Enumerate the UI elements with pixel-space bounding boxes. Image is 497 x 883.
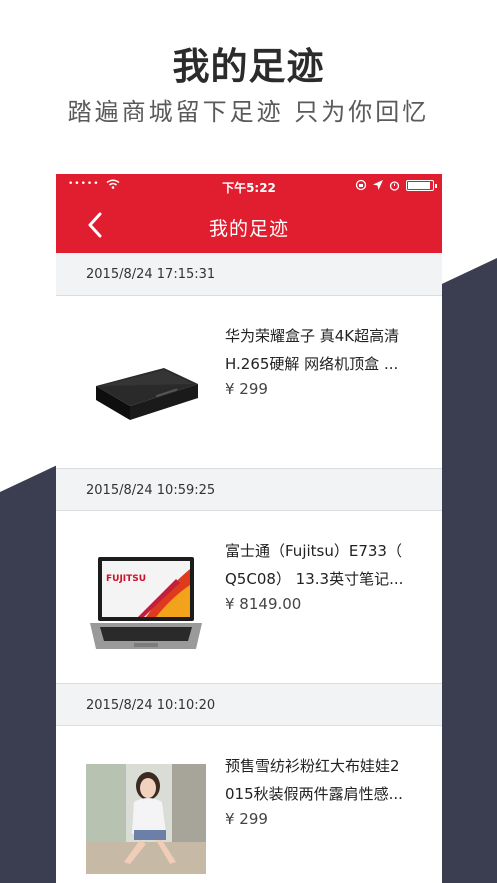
product-name[interactable]: 富士通（Fujitsu）E733（ Q5C08） 13.3英寸笔记...: [225, 537, 430, 593]
date-header: 2015/8/24 17:15:31: [56, 253, 442, 296]
laptop-screen-brand: FUJITSU: [106, 574, 146, 584]
promo-title: 我的足迹: [172, 45, 325, 88]
laptop-image: FUJITSU: [90, 557, 202, 649]
navigation-bar: 我的足迹: [56, 198, 442, 253]
page-title: 我的足迹: [208, 218, 289, 240]
battery-icon: [406, 179, 437, 191]
product-price: ¥ 299: [225, 380, 268, 398]
fashion-model-image: [86, 764, 206, 874]
location-icon: [373, 180, 383, 190]
product-row[interactable]: 华为荣耀盒子 真4K超高清 H.265硬解 网络机顶盒 ... ¥ 299: [56, 296, 442, 468]
phone-screen: ••••• 下午5:22 我的足迹 2015/8/24 17:15:31 华为荣…: [56, 174, 442, 883]
product-price: ¥ 8149.00: [225, 595, 302, 613]
product-name[interactable]: 预售雪纺衫粉红大布娃娃2 015秋装假两件露肩性感...: [225, 752, 430, 808]
date-header: 2015/8/24 10:59:25: [56, 468, 442, 511]
history-list: 2015/8/24 17:15:31 华为荣耀盒子 真4K超高清 H.265硬解…: [56, 253, 442, 883]
alarm-icon: [389, 180, 400, 191]
date-header: 2015/8/24 10:10:20: [56, 683, 442, 726]
status-bar: ••••• 下午5:22: [56, 174, 442, 198]
product-name[interactable]: 华为荣耀盒子 真4K超高清 H.265硬解 网络机顶盒 ...: [225, 322, 430, 378]
product-row[interactable]: FUJITSU 富士通（Fujitsu）E733（ Q5C08） 13.3英寸笔…: [56, 511, 442, 683]
product-row[interactable]: 预售雪纺衫粉红大布娃娃2 015秋装假两件露肩性感... ¥ 299: [56, 726, 442, 883]
rotation-lock-icon: [355, 179, 367, 191]
promo-subtitle: 踏遍商城留下足迹 只为你回忆: [67, 98, 430, 126]
tv-box-image: [96, 368, 198, 420]
product-price: ¥ 299: [225, 810, 268, 828]
